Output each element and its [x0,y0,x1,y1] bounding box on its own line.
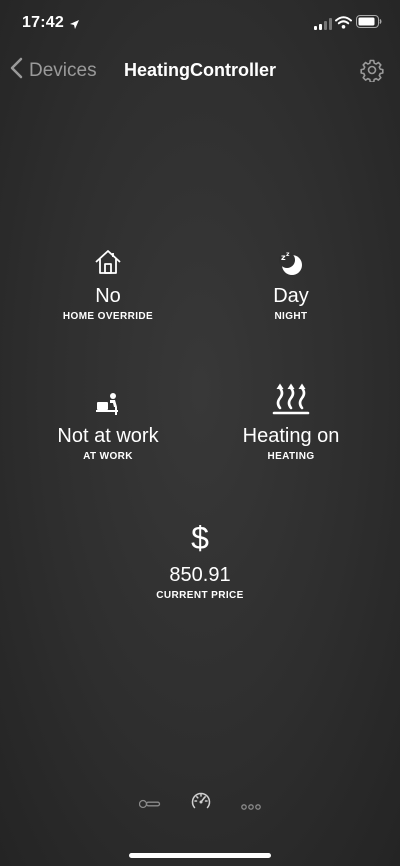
location-arrow-icon [69,17,80,35]
home-override-tile[interactable]: No HOME OVERRIDE [18,242,198,322]
home-indicator[interactable] [129,853,271,858]
more-icon[interactable] [241,797,261,815]
svg-text:z: z [286,251,290,258]
current-price-label: CURRENT PRICE [156,590,244,601]
current-price-value: 850.91 [169,564,231,586]
gauge-icon[interactable] [190,790,212,817]
heating-tile[interactable]: Heating on HEATING [201,382,381,462]
gear-icon [360,59,384,86]
home-override-label: HOME OVERRIDE [62,311,154,322]
status-bar: 17:42 [0,0,400,46]
at-work-label: AT WORK [83,451,133,462]
cellular-signal-icon [314,17,332,35]
home-override-value: No [95,285,121,307]
heater-icon [201,382,381,416]
house-icon [18,242,198,276]
page-title: HeatingController [123,60,276,80]
current-price-tile[interactable]: $ 850.91 CURRENT PRICE [110,521,290,601]
at-work-value: Not at work [57,425,159,447]
night-tile[interactable]: z z Day NIGHT [201,242,381,322]
status-time: 17:42 [22,14,64,31]
dollar-icon: $ [110,521,290,555]
desk-worker-icon [18,382,198,416]
dollar-symbol: $ [191,520,209,556]
moon-sleep-icon: z z [201,242,381,276]
heating-label: HEATING [267,451,315,462]
heating-value: Heating on [242,425,340,447]
settings-button[interactable] [360,58,384,87]
navigation-bar: Devices HeatingController [0,52,400,92]
night-label: NIGHT [274,311,308,322]
switch-icon[interactable] [138,796,161,814]
bottom-toolbar [0,790,400,814]
at-work-tile[interactable]: Not at work AT WORK [18,382,198,462]
night-value: Day [273,285,309,307]
wifi-icon [335,16,352,34]
battery-icon [356,15,382,33]
